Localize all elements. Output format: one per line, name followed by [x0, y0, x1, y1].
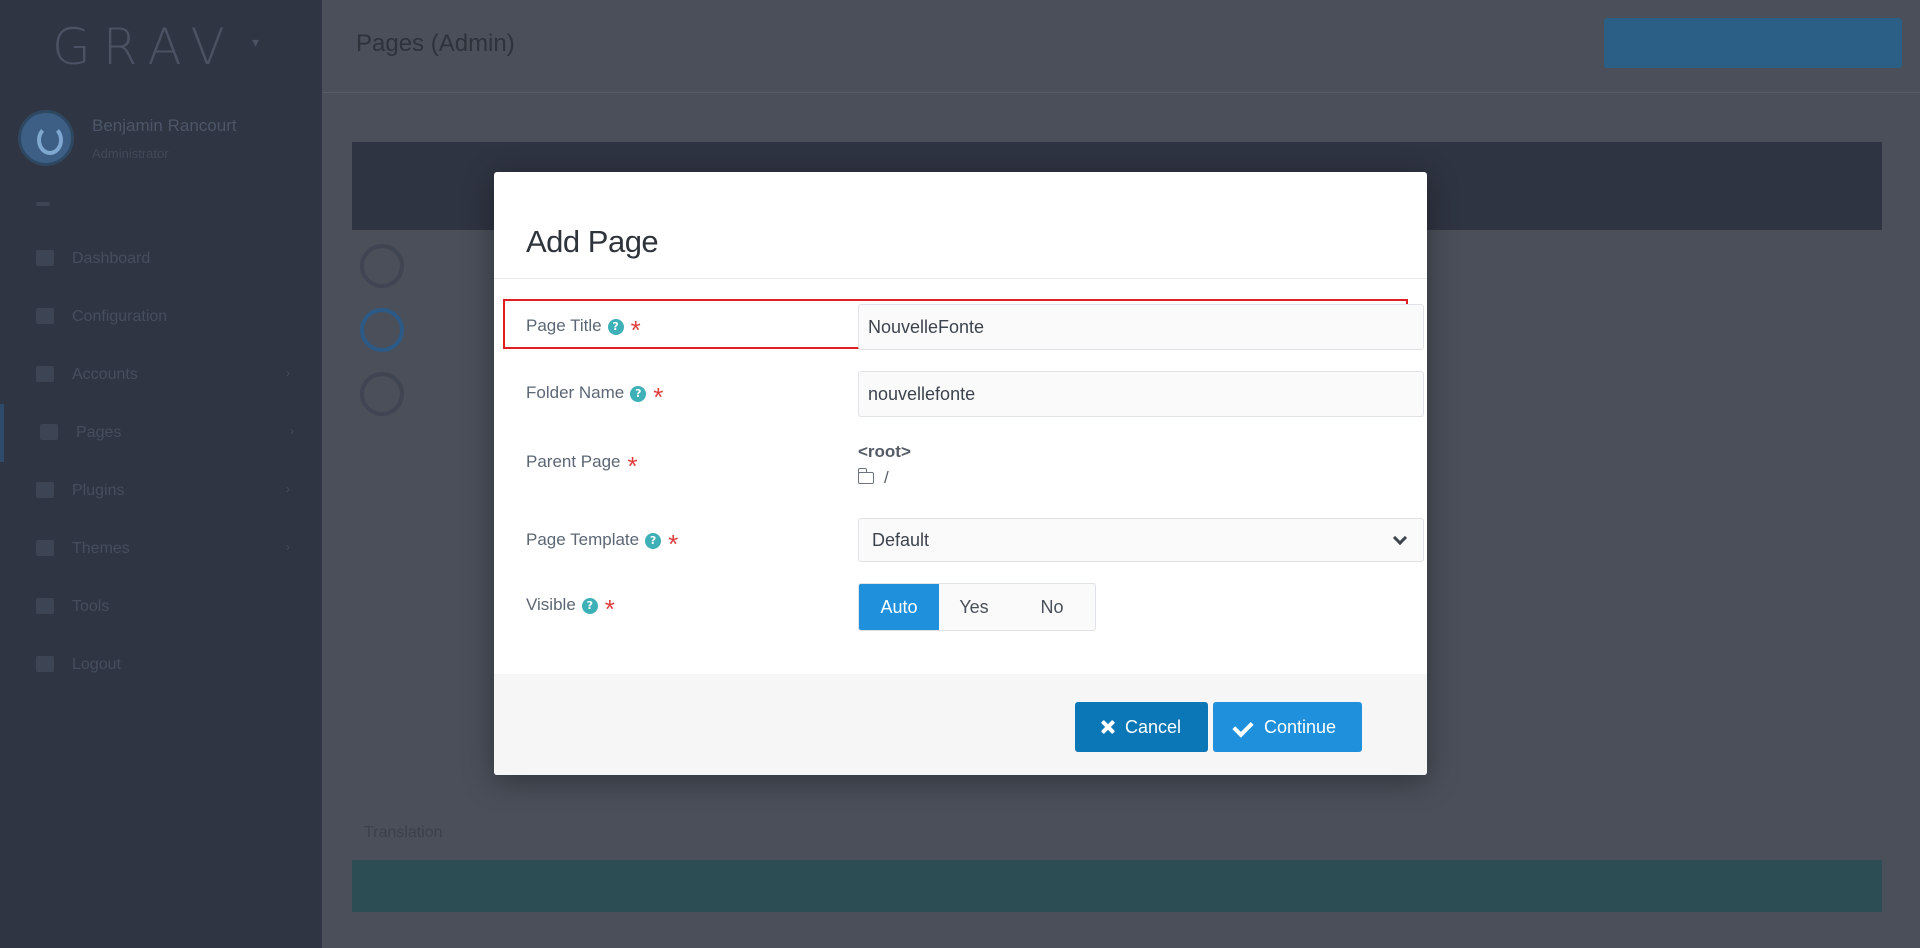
visible-option-no[interactable]: No	[1009, 584, 1095, 630]
required-icon: *	[604, 594, 615, 624]
continue-button[interactable]: Continue	[1213, 702, 1362, 752]
continue-button-label: Continue	[1264, 717, 1337, 737]
required-icon: *	[668, 529, 679, 559]
modal-title: Add Page	[526, 224, 659, 259]
parent-page-root[interactable]: <root>	[858, 442, 911, 462]
required-icon: *	[627, 451, 638, 481]
visible-label-text: Visible	[526, 595, 576, 614]
cancel-button-label: Cancel	[1125, 717, 1182, 737]
help-icon[interactable]: ?	[581, 598, 598, 614]
modal-footer: Cancel Continue	[494, 674, 1427, 775]
help-icon[interactable]: ?	[607, 319, 624, 335]
required-icon: *	[653, 382, 664, 412]
parent-page-path[interactable]: /	[857, 468, 889, 488]
folder-name-label-text: Folder Name	[526, 383, 625, 402]
page-title-input[interactable]: NouvelleFonte	[858, 304, 1424, 350]
help-icon[interactable]: ?	[630, 386, 647, 402]
close-icon	[1101, 720, 1115, 734]
page-title-label-text: Page Title	[526, 316, 602, 335]
parent-page-label-text: Parent Page	[526, 452, 621, 471]
page-template-label: Page Template? *	[526, 530, 678, 557]
page-template-label-text: Page Template	[526, 530, 640, 549]
required-icon: *	[630, 315, 641, 345]
parent-page-label: Parent Page *	[526, 452, 638, 479]
check-icon	[1232, 716, 1254, 738]
folder-icon	[857, 468, 874, 484]
page-template-value: Default	[872, 530, 930, 550]
visible-toggle: Auto Yes No	[858, 583, 1096, 631]
page-template-select[interactable]: Default	[858, 518, 1424, 562]
visible-label: Visible? *	[526, 595, 615, 622]
modal-divider	[494, 278, 1427, 279]
help-icon[interactable]: ?	[645, 533, 662, 549]
folder-name-label: Folder Name? *	[526, 383, 663, 410]
modal-overlay[interactable]: Add Page Page Title? * NouvelleFonte Fold…	[0, 0, 1920, 948]
chevron-down-icon	[1392, 530, 1408, 546]
visible-option-auto[interactable]: Auto	[859, 584, 939, 630]
parent-page-path-text: /	[884, 468, 889, 487]
page-title-label: Page Title? *	[526, 316, 641, 343]
add-page-modal: Add Page Page Title? * NouvelleFonte Fold…	[494, 172, 1427, 775]
visible-option-yes[interactable]: Yes	[939, 584, 1009, 630]
cancel-button[interactable]: Cancel	[1075, 702, 1208, 752]
folder-name-input[interactable]: nouvellefonte	[858, 371, 1424, 417]
